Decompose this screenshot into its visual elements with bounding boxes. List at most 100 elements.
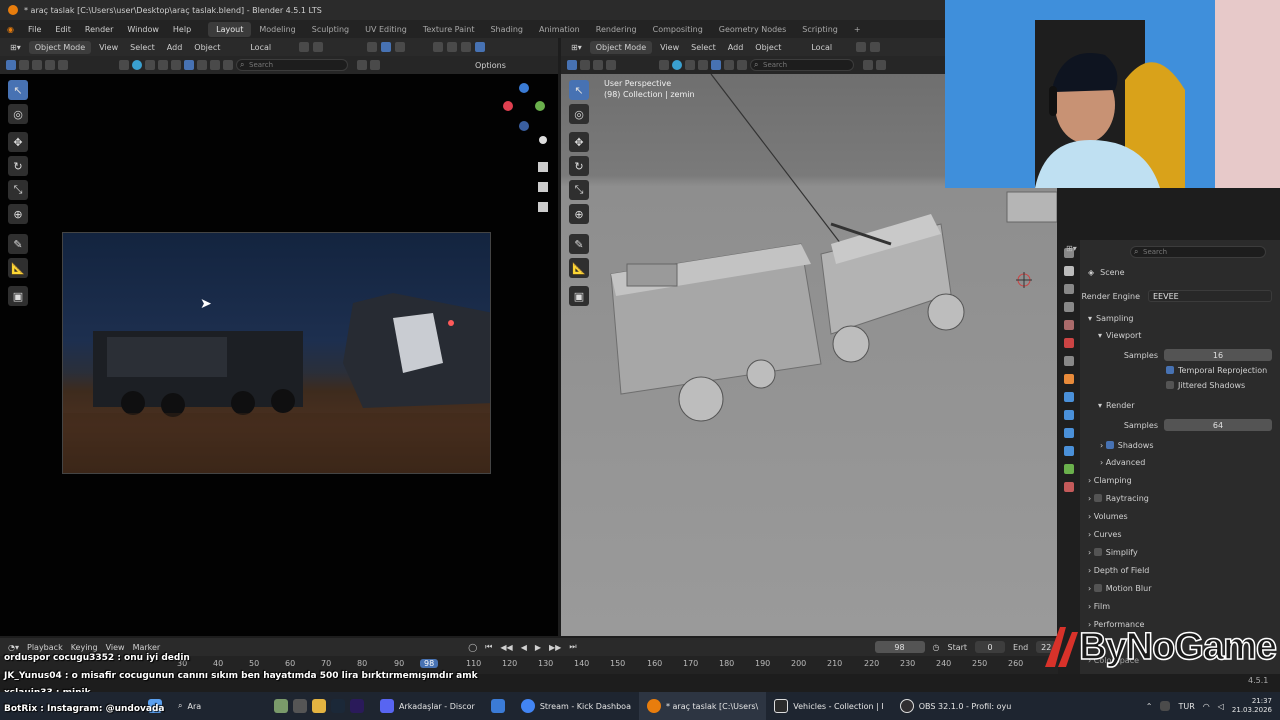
tab-layout[interactable]: Layout [208,21,252,37]
shadows-checkbox[interactable] [1105,441,1114,449]
sphere-icon[interactable] [132,60,142,70]
menu-help[interactable]: Help [166,25,198,34]
taskbar-app-chrome-pinned[interactable] [483,692,513,720]
navigation-gizmo[interactable] [496,78,556,218]
taskbar-app-obs[interactable]: OBS 32.1.0 - Profil: oyu [892,692,1020,720]
transform-tool-icon[interactable]: ⊕ [8,204,28,224]
tab-sculpting[interactable]: Sculpting [304,22,357,37]
section-film[interactable]: › Film [1088,598,1272,614]
tray-app-icon[interactable] [1160,701,1171,711]
right-menu-object[interactable]: Object [751,41,785,54]
select-mode-icon[interactable] [19,60,29,70]
editor-type-icon[interactable]: ⊞▾ [567,41,586,54]
visibility-icon[interactable] [711,60,721,70]
world-tab-icon[interactable] [1064,338,1074,348]
jump-end-icon[interactable]: ⏭ [569,642,576,652]
select-mode-icon[interactable] [593,60,603,70]
timeline-editor-icon[interactable]: ◔▾ [8,643,19,652]
after-effects-icon[interactable] [350,699,364,713]
select-tool-icon[interactable]: ↖ [8,80,28,100]
filter-icon[interactable] [119,60,129,70]
left-menu-select[interactable]: Select [126,41,159,54]
taskbar-app-kick[interactable]: Stream - Kick Dashboa [513,692,639,720]
visibility-icon[interactable] [171,60,181,70]
shadows-row[interactable]: › Shadows [1100,437,1272,453]
right-search-input[interactable]: Search [750,59,854,71]
menu-render[interactable]: Render [78,25,120,34]
steam-icon[interactable] [331,699,345,713]
start-frame-field[interactable]: 0 [975,641,1006,653]
advanced-row[interactable]: › Advanced [1100,454,1272,470]
section-depth-of-field[interactable]: › Depth of Field [1088,562,1272,578]
snap-icon[interactable] [856,42,867,52]
viewport-samples-field[interactable]: 16 [1164,349,1272,361]
visibility-icon[interactable] [698,60,708,70]
left-orientation-dropdown[interactable]: Local [246,41,275,54]
menu-window[interactable]: Window [120,25,166,34]
select-mode-icon[interactable] [45,60,55,70]
section-clamping[interactable]: › Clamping [1088,472,1272,488]
timeline-playback-menu[interactable]: Playback [27,643,63,652]
shading-material-icon[interactable] [461,42,472,52]
section-curves[interactable]: › Curves [1088,526,1272,542]
render-subheader[interactable]: ▾ Render [1098,397,1272,413]
wifi-icon[interactable]: ◠ [1203,702,1210,711]
add-cube-tool-icon[interactable]: ▣ [8,286,28,306]
measure-tool-icon[interactable]: 📐 [8,258,28,278]
proportional-edit-icon[interactable] [313,42,324,52]
material-tab-icon[interactable] [1064,482,1074,492]
simplify-checkbox[interactable] [1093,548,1102,556]
left-menu-view[interactable]: View [95,41,122,54]
render-samples-field[interactable]: 64 [1164,419,1272,431]
render-tab-icon[interactable] [1064,266,1074,276]
timeline-marker-menu[interactable]: Marker [133,643,161,652]
task-view-icon[interactable] [293,699,307,713]
section-simplify[interactable]: › Simplify [1088,544,1272,560]
widgets-icon[interactable] [274,699,288,713]
motion-blur-checkbox[interactable] [1093,584,1102,592]
constraints-tab-icon[interactable] [1064,446,1074,456]
proportional-edit-icon[interactable] [870,42,881,52]
physics-tab-icon[interactable] [1064,428,1074,438]
next-keyframe-icon[interactable]: ▶▶ [549,643,561,652]
playhead[interactable]: 98 [420,659,439,668]
right-menu-add[interactable]: Add [724,41,748,54]
select-box-icon[interactable] [6,60,16,70]
data-tab-icon[interactable] [1064,464,1074,474]
annotate-tool-icon[interactable]: ✎ [8,234,28,254]
visibility-icon[interactable] [158,60,168,70]
visibility-icon[interactable] [724,60,734,70]
overlay-icon[interactable] [367,42,378,52]
left-search-input[interactable]: Search [236,59,348,71]
gizmo-icon[interactable] [381,42,392,52]
sphere-icon[interactable] [672,60,682,70]
select-mode-icon[interactable] [606,60,616,70]
sampling-header[interactable]: ▾ Sampling [1088,310,1272,326]
shading-wire-icon[interactable] [433,42,444,52]
visibility-icon[interactable] [737,60,747,70]
temporal-reprojection-row[interactable]: Temporal Reprojection [1166,362,1272,378]
taskbar-app-discord[interactable]: Arkadaşlar - Discor [372,692,483,720]
modifier-tab-icon[interactable] [1064,392,1074,402]
tab-shading[interactable]: Shading [482,22,531,37]
record-icon[interactable]: ◯ [468,643,477,652]
filter-icon[interactable] [659,60,669,70]
visibility-icon[interactable] [145,60,155,70]
taskbar-search[interactable]: ⌕ Ara [170,692,266,720]
tab-uv-editing[interactable]: UV Editing [357,22,415,37]
filter-icon[interactable] [370,60,380,70]
snap-icon[interactable] [299,42,310,52]
shading-solid-icon[interactable] [447,42,458,52]
collection-tab-icon[interactable] [1064,356,1074,366]
select-mode-icon[interactable] [58,60,68,70]
jittered-shadows-checkbox[interactable] [1166,381,1174,389]
visibility-icon[interactable] [685,60,695,70]
right-menu-view[interactable]: View [656,41,683,54]
scale-tool-icon[interactable]: ⤡ [8,180,28,200]
menu-edit[interactable]: Edit [48,25,78,34]
cursor-tool-icon[interactable]: ◎ [8,104,28,124]
visibility-icon[interactable] [197,60,207,70]
tab-rendering[interactable]: Rendering [588,22,645,37]
rotate-tool-icon[interactable]: ↻ [8,156,28,176]
play-reverse-icon[interactable]: ◀ [521,643,527,652]
